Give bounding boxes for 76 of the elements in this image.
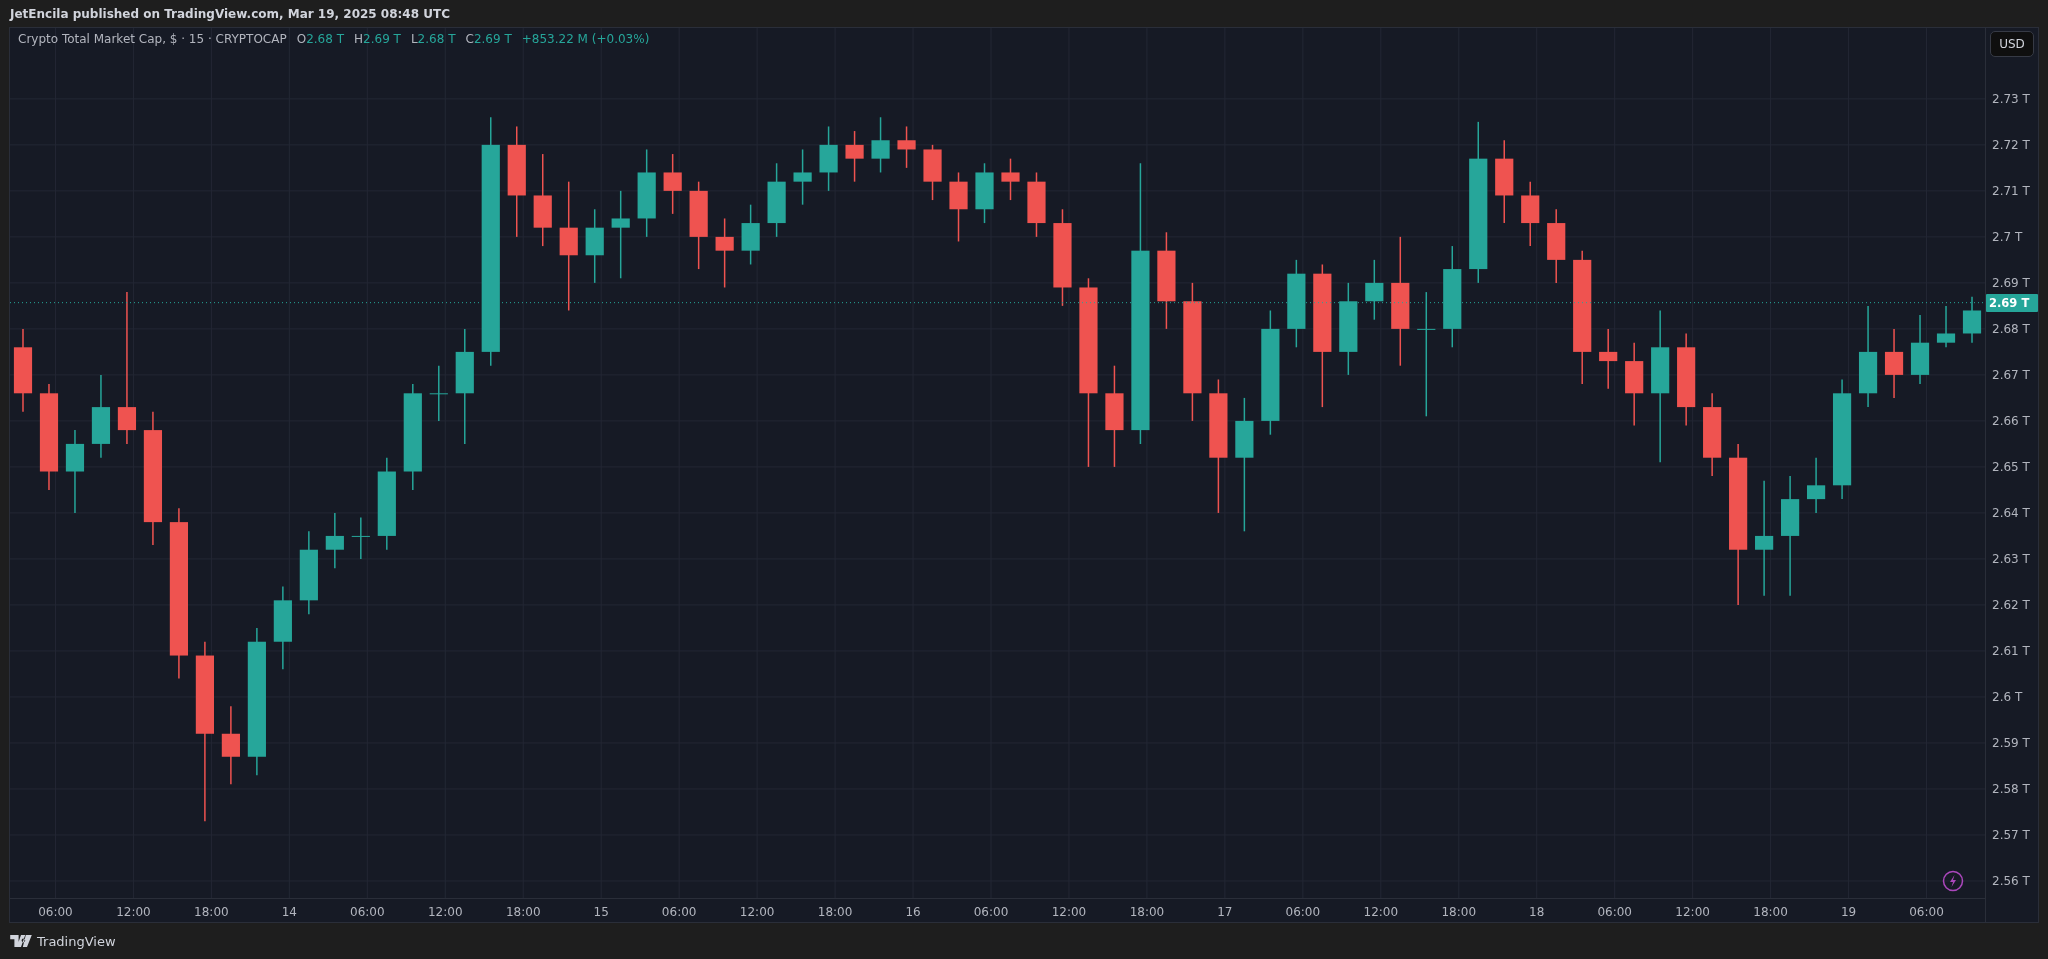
price-axis-label: 2.57 T [1992, 827, 2030, 842]
price-axis-label: 2.61 T [1992, 643, 2030, 658]
ohlc-value: C2.69 T [465, 32, 512, 46]
price-axis-label: 2.69 T [1992, 275, 2030, 290]
price-axis-label: 2.73 T [1992, 91, 2030, 106]
candlestick [1755, 479, 1774, 597]
ohlc-value: O2.68 T [296, 32, 344, 46]
publish-info: JetEncila published on TradingView.com, Mar 19, 2025 08:48 UTC [10, 6, 450, 21]
candlestick [1806, 456, 1826, 514]
time-axis-label: 18:00 [1441, 905, 1477, 919]
current-price-label: 2.69 T [1986, 293, 2038, 312]
time-axis-label: 12:00 [1675, 905, 1710, 919]
ohlc-value: L2.68 T [410, 32, 456, 46]
time-axis-label: 12:00 [1363, 905, 1399, 919]
time-axis-label: 12:00 [1051, 905, 1087, 919]
candlestick [1365, 259, 1384, 321]
candlestick [663, 153, 682, 215]
price-axis-label: 2.58 T [1992, 781, 2030, 796]
price-axis-label: 2.72 T [1992, 137, 2030, 152]
time-axis-label: 06:00 [973, 905, 1009, 919]
candlestick [1599, 328, 1618, 390]
time-axis-label: 15 [593, 905, 609, 919]
candlestick [429, 364, 448, 422]
candlestick [1001, 157, 1020, 201]
price-axis-label: 2.68 T [1992, 321, 2030, 336]
candlestick [897, 125, 916, 169]
price-axis-label: 2.59 T [1992, 735, 2030, 750]
price-axis-label: 2.71 T [1992, 183, 2030, 198]
price-axis-label: 2.62 T [1992, 597, 2030, 612]
time-axis-label: 14 [281, 905, 297, 919]
time-axis-label: 18:00 [817, 905, 853, 919]
candlestick [845, 130, 864, 183]
price-axis-label: 2.66 T [1992, 413, 2030, 428]
time-axis-label: 18:00 [1753, 905, 1788, 919]
price-axis-label: 2.67 T [1992, 367, 2030, 382]
price-change: +853.22 M (+0.03%) [521, 32, 650, 46]
candlestick [1417, 291, 1436, 418]
time-axis-label: 06:00 [350, 905, 385, 919]
candlestick [715, 217, 734, 289]
price-axis-label: 2.65 T [1992, 459, 2030, 474]
time-axis-label: 06:00 [38, 905, 73, 919]
price-axis-label: 2.63 T [1992, 551, 2030, 566]
candlestick [351, 516, 370, 560]
time-axis-label: 06:00 [1597, 905, 1632, 919]
chart-title: Crypto Total Market Cap, $ · 15 · CRYPTOCAP [18, 32, 287, 46]
candlestick [1936, 305, 1956, 349]
price-axis-label: 2.56 T [1992, 873, 2030, 888]
time-axis-label: 18:00 [505, 905, 541, 919]
time-axis-label: 06:00 [1285, 905, 1321, 919]
lightning-icon[interactable] [1942, 870, 1964, 892]
time-axis-label: 06:00 [661, 905, 697, 919]
price-axis-label: 2.64 T [1992, 505, 2030, 520]
time-axis-label: 18 [1529, 905, 1545, 919]
time-axis-label: 18:00 [194, 905, 229, 919]
time-axis-label: 18:00 [1129, 905, 1165, 919]
time-axis-label: 12:00 [116, 905, 151, 919]
candlestick [1884, 328, 1904, 399]
time-axis-label: 16 [905, 905, 921, 919]
tradingview-logo-icon [10, 935, 32, 947]
currency-button[interactable]: USD [1990, 31, 2034, 57]
price-axis-label: 2.7 T [1992, 229, 2023, 244]
candlestick [325, 512, 344, 569]
candlestick [871, 116, 890, 174]
time-axis-label: 06:00 [1909, 905, 1944, 919]
candlestick [117, 291, 137, 445]
candlestick [611, 190, 630, 280]
candlestick [1962, 295, 1982, 344]
time-axis-label: 12:00 [427, 905, 463, 919]
brand-name: TradingView [37, 933, 116, 949]
candlestick [793, 148, 812, 206]
time-axis-label: 17 [1217, 905, 1233, 919]
time-axis-label: 12:00 [739, 905, 775, 919]
time-axis-label: 19 [1840, 905, 1857, 919]
candlestick [221, 705, 240, 786]
price-axis-label: 2.6 T [1992, 689, 2023, 704]
ohlc-value: H2.69 T [354, 32, 401, 46]
